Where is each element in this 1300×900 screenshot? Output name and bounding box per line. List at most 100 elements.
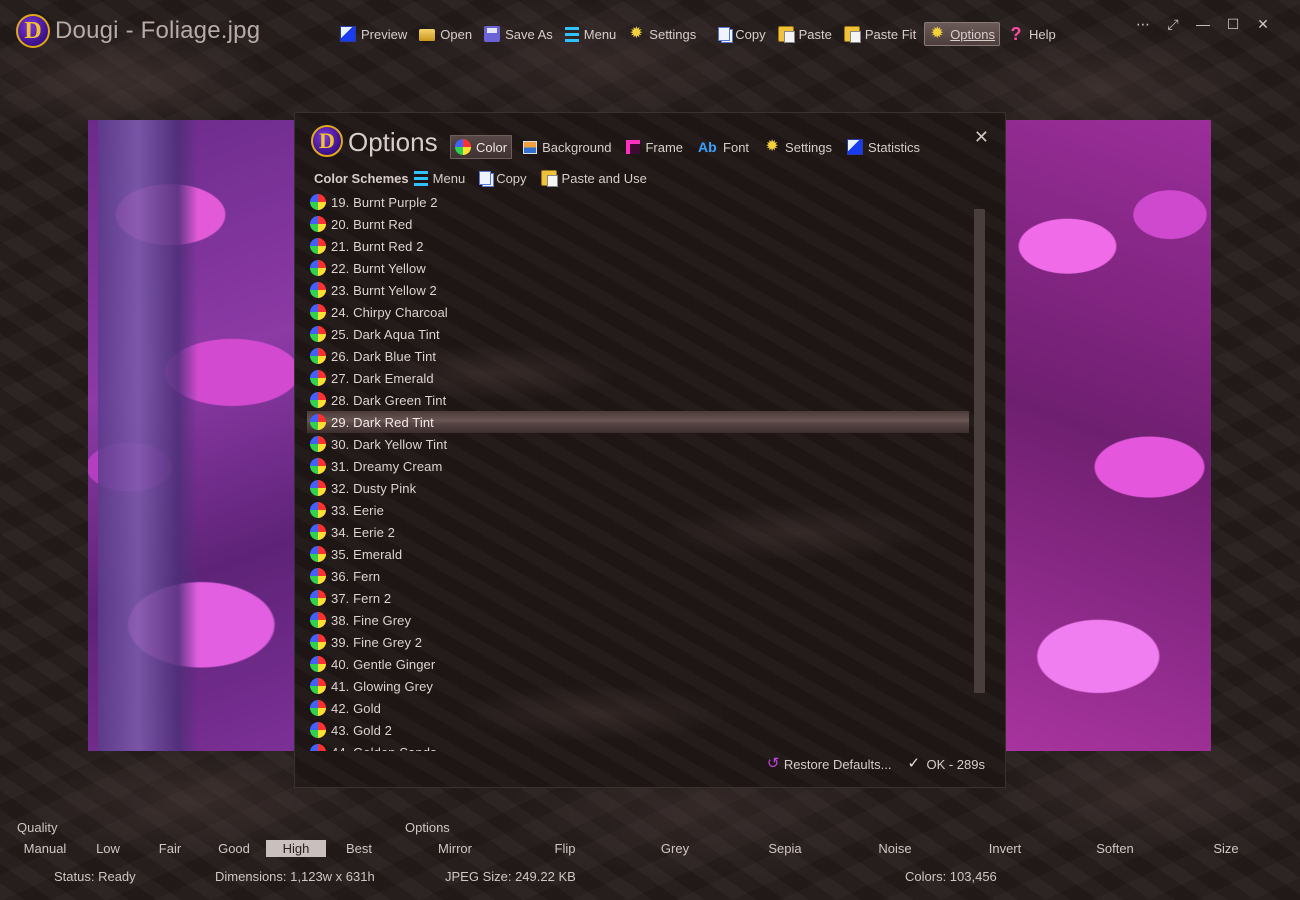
- tab-statistics-label: Statistics: [868, 139, 921, 155]
- menu-label: Menu: [583, 26, 617, 42]
- color-wheel-icon: [310, 436, 326, 452]
- tab-background[interactable]: Background: [519, 135, 615, 159]
- options-group-label: Options: [405, 820, 450, 835]
- minimize-icon[interactable]: —: [1188, 14, 1218, 34]
- expand-icon[interactable]: ⤢: [1158, 14, 1188, 34]
- paste-and-use-button[interactable]: Paste and Use: [540, 170, 647, 187]
- color-wheel-icon: [310, 700, 326, 716]
- tab-frame[interactable]: Frame: [622, 135, 687, 159]
- title-bar: D Dougi - Foliage.jpg Preview Open Save …: [0, 0, 1300, 60]
- option-grey[interactable]: Grey: [645, 840, 705, 857]
- option-noise[interactable]: Noise: [865, 840, 925, 857]
- copy-icon: [479, 171, 492, 185]
- option-flip[interactable]: Flip: [535, 840, 595, 857]
- color-scheme-item[interactable]: 42. Gold: [307, 697, 969, 719]
- schemes-copy-button[interactable]: Copy: [479, 171, 527, 186]
- color-scheme-item[interactable]: 33. Eerie: [307, 499, 969, 521]
- color-scheme-item[interactable]: 39. Fine Grey 2: [307, 631, 969, 653]
- status-text: Status: Ready: [54, 869, 136, 884]
- color-scheme-item[interactable]: 43. Gold 2: [307, 719, 969, 741]
- option-size[interactable]: Size: [1196, 840, 1256, 857]
- tab-statistics[interactable]: Statistics: [843, 135, 924, 159]
- color-scheme-item[interactable]: 40. Gentle Ginger: [307, 653, 969, 675]
- quality-low[interactable]: Low: [86, 840, 130, 857]
- tab-font[interactable]: Ab Font: [694, 135, 753, 159]
- color-scheme-label: 20. Burnt Red: [331, 216, 413, 232]
- schemes-menu-button[interactable]: Menu: [413, 170, 465, 186]
- color-scheme-item[interactable]: 34. Eerie 2: [307, 521, 969, 543]
- frame-icon: [626, 140, 641, 154]
- color-scheme-item[interactable]: 41. Glowing Grey: [307, 675, 969, 697]
- paste-button[interactable]: Paste: [774, 22, 836, 46]
- quality-good[interactable]: Good: [206, 840, 262, 857]
- paste-label: Paste: [798, 26, 832, 42]
- color-scheme-item[interactable]: 26. Dark Blue Tint: [307, 345, 969, 367]
- color-scheme-item[interactable]: 31. Dreamy Cream: [307, 455, 969, 477]
- color-scheme-item[interactable]: 36. Fern: [307, 565, 969, 587]
- color-scheme-item[interactable]: 24. Chirpy Charcoal: [307, 301, 969, 323]
- restore-defaults-button[interactable]: ↺ Restore Defaults...: [767, 756, 892, 772]
- color-scheme-item[interactable]: 22. Burnt Yellow: [307, 257, 969, 279]
- quality-best[interactable]: Best: [336, 840, 382, 857]
- tab-settings-label: Settings: [785, 139, 833, 155]
- option-invert[interactable]: Invert: [975, 840, 1035, 857]
- copy-button[interactable]: Copy: [714, 22, 769, 46]
- copy-label: Copy: [735, 26, 766, 42]
- color-wheel-icon: [310, 568, 326, 584]
- jpeg-size-text: JPEG Size: 249.22 KB: [445, 869, 576, 884]
- color-scheme-label: 36. Fern: [331, 568, 381, 584]
- dialog-logo: D: [311, 125, 343, 157]
- menu-button[interactable]: Menu: [561, 22, 621, 46]
- settings-label: Settings: [649, 26, 697, 42]
- app-logo: D: [16, 14, 50, 48]
- scrollbar[interactable]: [974, 209, 985, 693]
- color-scheme-label: 32. Dusty Pink: [331, 480, 417, 496]
- color-scheme-item[interactable]: 35. Emerald: [307, 543, 969, 565]
- color-scheme-item[interactable]: 21. Burnt Red 2: [307, 235, 969, 257]
- options-gear-icon: ✹: [930, 25, 944, 42]
- dialog-tabs: Color Background Frame Ab Font ✹ Settings …: [450, 135, 931, 159]
- background-icon: [523, 140, 538, 154]
- color-wheel-icon: [310, 612, 326, 628]
- options-button[interactable]: ✹ Options: [924, 22, 1000, 46]
- color-scheme-item[interactable]: 20. Burnt Red: [307, 213, 969, 235]
- settings-button[interactable]: ✹ Settings: [624, 22, 700, 46]
- save-as-button[interactable]: Save As: [480, 22, 557, 46]
- paste-icon: [777, 26, 795, 43]
- more-options-icon[interactable]: ⋯: [1128, 14, 1158, 34]
- color-scheme-item[interactable]: 32. Dusty Pink: [307, 477, 969, 499]
- open-label: Open: [440, 26, 473, 42]
- quality-manual[interactable]: Manual: [17, 840, 73, 857]
- color-wheel-icon: [455, 139, 471, 155]
- bottom-bar: Quality Manual Low Fair Good High Best O…: [0, 816, 1300, 900]
- ok-button[interactable]: ✓ OK - 289s: [907, 756, 985, 772]
- color-scheme-label: 41. Glowing Grey: [331, 678, 434, 694]
- color-scheme-item[interactable]: 44. Golden Sands: [307, 741, 969, 751]
- option-mirror[interactable]: Mirror: [425, 840, 485, 857]
- color-scheme-item[interactable]: 23. Burnt Yellow 2: [307, 279, 969, 301]
- option-sepia[interactable]: Sepia: [755, 840, 815, 857]
- color-scheme-item[interactable]: 30. Dark Yellow Tint: [307, 433, 969, 455]
- color-scheme-item[interactable]: 29. Dark Red Tint: [307, 411, 969, 433]
- menu-icon: [413, 170, 428, 186]
- quality-high[interactable]: High: [266, 840, 326, 857]
- options-dialog: D Options Color Background Frame Ab Font …: [294, 112, 1006, 788]
- help-button[interactable]: ? Help: [1004, 22, 1060, 46]
- color-scheme-item[interactable]: 28. Dark Green Tint: [307, 389, 969, 411]
- color-scheme-item[interactable]: 37. Fern 2: [307, 587, 969, 609]
- option-soften[interactable]: Soften: [1085, 840, 1145, 857]
- quality-fair[interactable]: Fair: [148, 840, 192, 857]
- maximize-icon[interactable]: ☐: [1218, 14, 1248, 34]
- close-icon[interactable]: ✕: [974, 127, 989, 148]
- color-scheme-item[interactable]: 38. Fine Grey: [307, 609, 969, 631]
- color-scheme-item[interactable]: 19. Burnt Purple 2: [307, 191, 969, 213]
- color-scheme-list[interactable]: 19. Burnt Purple 2 20. Burnt Red 21. Burnt…: [307, 191, 969, 751]
- color-scheme-item[interactable]: 27. Dark Emerald: [307, 367, 969, 389]
- paste-fit-button[interactable]: Paste Fit: [840, 22, 920, 46]
- close-window-icon[interactable]: ✕: [1248, 14, 1278, 34]
- tab-color[interactable]: Color: [450, 135, 513, 159]
- tab-settings[interactable]: ✹ Settings: [760, 135, 836, 159]
- open-button[interactable]: Open: [415, 22, 476, 46]
- preview-button[interactable]: Preview: [336, 22, 411, 46]
- color-scheme-item[interactable]: 25. Dark Aqua Tint: [307, 323, 969, 345]
